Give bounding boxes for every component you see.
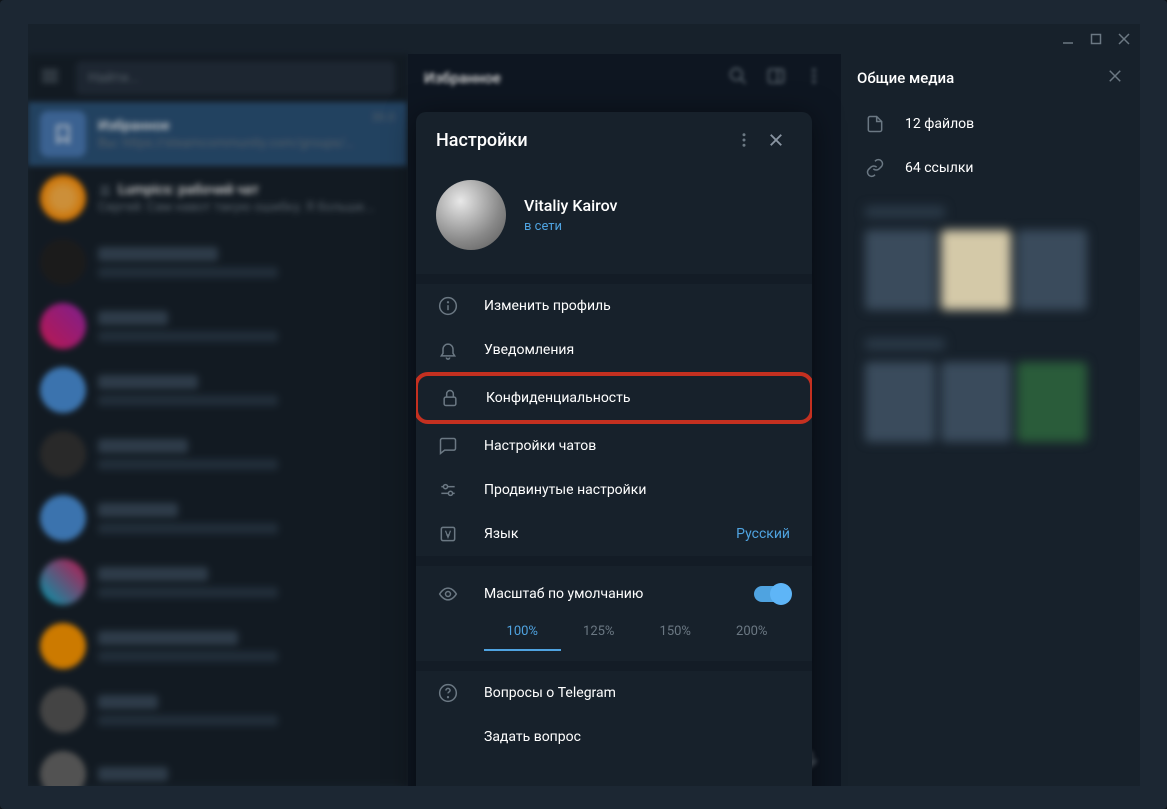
window-maximize-button[interactable]: [1084, 28, 1108, 50]
menu-icon[interactable]: [40, 66, 60, 90]
profile-section[interactable]: Vitaliy Kairov в сети: [416, 168, 812, 274]
divider: [416, 556, 812, 566]
chat-item[interactable]: [28, 486, 407, 550]
chat-icon: [438, 436, 458, 456]
chat-item[interactable]: [28, 678, 407, 742]
sidebar-toggle-icon[interactable]: [766, 66, 786, 90]
files-count: 12 файлов: [905, 116, 974, 132]
chat-item[interactable]: Lumpics: рабочий чат Сергей: Сам навот т…: [28, 166, 407, 230]
chat-title: Lumpics: рабочий чат: [98, 182, 395, 198]
zoom-section: Масштаб по умолчанию 100% 125% 150% 200%: [416, 566, 812, 661]
lock-icon: [440, 388, 460, 408]
window-minimize-button[interactable]: [1056, 28, 1080, 50]
chat-preview: Вы: https://steamcommunity.com/groups/mk…: [98, 136, 360, 151]
shared-media-panel: Общие медиа 12 файлов 64 ссылки: [840, 54, 1140, 786]
window-titlebar: [28, 24, 1140, 54]
chat-item[interactable]: [28, 294, 407, 358]
profile-name: Vitaliy Kairov: [524, 196, 618, 215]
settings-item-label: Задать вопрос: [484, 729, 790, 745]
divider: [416, 661, 812, 671]
settings-item-privacy[interactable]: Конфиденциальность: [416, 372, 812, 424]
search-placeholder: Найти...: [88, 70, 140, 86]
links-row[interactable]: 64 ссылки: [841, 146, 1140, 190]
settings-item-chat-settings[interactable]: Настройки чатов: [416, 424, 812, 468]
chat-item[interactable]: [28, 358, 407, 422]
zoom-toggle[interactable]: [754, 586, 790, 602]
settings-item-advanced[interactable]: Продвинутые настройки: [416, 468, 812, 512]
settings-item-label: Язык: [484, 526, 710, 542]
settings-item-label: Уведомления: [484, 342, 790, 358]
close-icon[interactable]: [760, 124, 792, 156]
settings-modal: Настройки Vitaliy Kairov в сети Изменить…: [416, 112, 812, 786]
chat-item[interactable]: [28, 550, 407, 614]
help-icon: [438, 683, 458, 703]
chat-item[interactable]: [28, 614, 407, 678]
profile-avatar: [436, 180, 506, 250]
settings-item-label: Конфиденциальность: [486, 390, 788, 406]
settings-title: Настройки: [436, 130, 728, 151]
info-icon: [438, 296, 458, 316]
links-count: 64 ссылки: [905, 160, 973, 176]
chat-item-saved[interactable]: Избранное Вы: https://steamcommunity.com…: [28, 102, 407, 166]
chat-time: 30.0: [372, 110, 395, 124]
more-icon[interactable]: [728, 124, 760, 156]
chat-item[interactable]: [28, 230, 407, 294]
bookmark-icon: [40, 111, 86, 157]
eye-icon: [438, 584, 458, 604]
app-window: Найти... Избранное Вы: https://steamcomm…: [28, 24, 1140, 786]
settings-item-ask[interactable]: Задать вопрос: [416, 715, 812, 759]
settings-item-faq[interactable]: Вопросы о Telegram: [416, 671, 812, 715]
settings-item-label: Изменить профиль: [484, 298, 790, 314]
chat-item[interactable]: [28, 422, 407, 486]
settings-item-label: Вопросы о Telegram: [484, 685, 790, 701]
sliders-icon: [438, 480, 458, 500]
language-icon: [438, 524, 458, 544]
chat-preview: Сергей: Сам навот такую ошибку. Я больше…: [98, 200, 395, 215]
zoom-label: Масштаб по умолчанию: [484, 586, 728, 602]
settings-item-edit-profile[interactable]: Изменить профиль: [416, 284, 812, 328]
search-input[interactable]: Найти...: [76, 61, 395, 95]
chat-title: Избранное: [98, 118, 360, 134]
zoom-option-100[interactable]: 100%: [484, 624, 561, 651]
bell-icon: [438, 340, 458, 360]
divider: [416, 274, 812, 284]
more-icon[interactable]: [804, 66, 824, 90]
avatar: [40, 175, 86, 221]
chat-list-panel: Найти... Избранное Вы: https://steamcomm…: [28, 54, 408, 786]
search-icon[interactable]: [728, 66, 748, 90]
profile-status: в сети: [524, 219, 618, 234]
files-row[interactable]: 12 файлов: [841, 102, 1140, 146]
chat-item[interactable]: [28, 742, 407, 786]
settings-item-label: Продвинутые настройки: [484, 482, 790, 498]
shared-media-title: Общие медиа: [857, 69, 954, 87]
zoom-option-125[interactable]: 125%: [561, 624, 638, 651]
settings-item-notifications[interactable]: Уведомления: [416, 328, 812, 372]
close-icon[interactable]: [1106, 67, 1124, 89]
zoom-option-200[interactable]: 200%: [714, 624, 791, 651]
language-value: Русский: [736, 526, 790, 542]
settings-item-label: Настройки чатов: [484, 438, 790, 454]
window-close-button[interactable]: [1112, 28, 1136, 50]
settings-item-language[interactable]: Язык Русский: [416, 512, 812, 556]
zoom-option-150[interactable]: 150%: [637, 624, 714, 651]
chat-header-title: Избранное: [424, 69, 716, 87]
